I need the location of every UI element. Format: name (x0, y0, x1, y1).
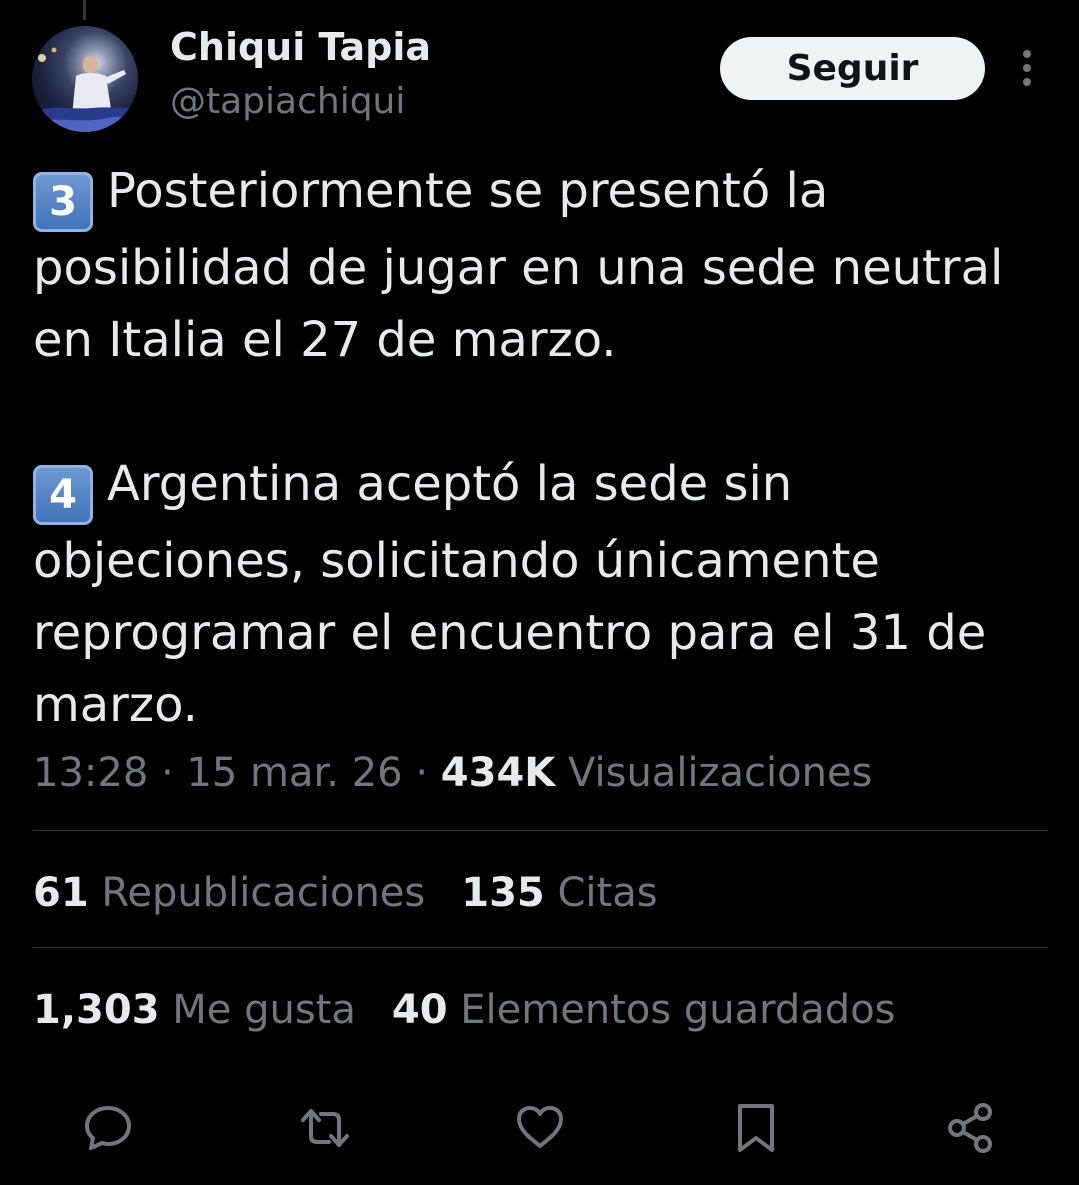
likes-label: Me gusta (172, 987, 356, 1033)
keycap-4-emoji: 4 (33, 465, 93, 525)
tweet-time[interactable]: 13:28 (33, 750, 148, 796)
follow-button[interactable]: Seguir (720, 37, 985, 100)
avatar-photo (32, 47, 138, 132)
tweet-paragraph: 3 Posteriormente se presentó la posibilid… (33, 155, 1053, 376)
tweet-date[interactable]: 15 mar. 26 (186, 750, 402, 796)
tweet-action-bar (0, 1100, 1079, 1160)
likes-count: 1,303 (33, 987, 160, 1033)
tweet-paragraph: 4 Argentina aceptó la sede sin objeciones… (33, 448, 1053, 741)
bookmark-icon[interactable] (728, 1100, 784, 1156)
tweet-paragraph-text: Posteriormente se presentó la posibilida… (33, 163, 1004, 368)
likes-stat[interactable]: 1,303 Me gusta (33, 983, 356, 1037)
divider (33, 830, 1048, 831)
reply-icon[interactable] (80, 1100, 136, 1156)
meta-separator: · (161, 750, 174, 796)
bookmarks-label: Elementos guardados (460, 987, 896, 1033)
bookmarks-stat[interactable]: 40 Elementos guardados (392, 983, 896, 1037)
tweet-text: 3 Posteriormente se presentó la posibilid… (33, 155, 1053, 741)
meta-separator: · (415, 750, 429, 796)
share-icon[interactable] (943, 1100, 999, 1156)
divider (33, 947, 1048, 948)
repost-icon[interactable] (297, 1100, 353, 1156)
author-handle[interactable]: @tapiachiqui (170, 80, 405, 124)
reposts-label: Republicaciones (101, 870, 426, 916)
views-label (555, 750, 568, 796)
quotes-count: 135 (461, 870, 545, 916)
avatar[interactable] (32, 26, 138, 132)
reposts-count: 61 (33, 870, 89, 916)
bookmarks-count: 40 (391, 987, 448, 1033)
views-label-text: Visualizaciones (568, 750, 873, 796)
heart-icon[interactable] (512, 1100, 568, 1156)
author-display-name[interactable]: Chiqui Tapia (170, 24, 431, 70)
reposts-stat[interactable]: 61 Republicaciones (33, 866, 425, 920)
more-vertical-icon[interactable] (1010, 48, 1044, 88)
stats-row-likes-bookmarks: 1,303 Me gusta 40 Elementos guardados (33, 983, 932, 1037)
quotes-stat[interactable]: 135 Citas (461, 866, 657, 920)
views-count: 434K (440, 750, 556, 796)
quotes-label: Citas (557, 870, 658, 916)
tweet-paragraph-text: Argentina aceptó la sede sin objeciones,… (33, 456, 987, 733)
stats-row-reposts-quotes: 61 Republicaciones 135 Citas (33, 866, 694, 920)
thread-connector-line (83, 0, 86, 20)
tweet-metadata: 13:28 · 15 mar. 26 · 434K Visualizacione… (33, 746, 872, 800)
keycap-3-emoji: 3 (33, 172, 93, 232)
